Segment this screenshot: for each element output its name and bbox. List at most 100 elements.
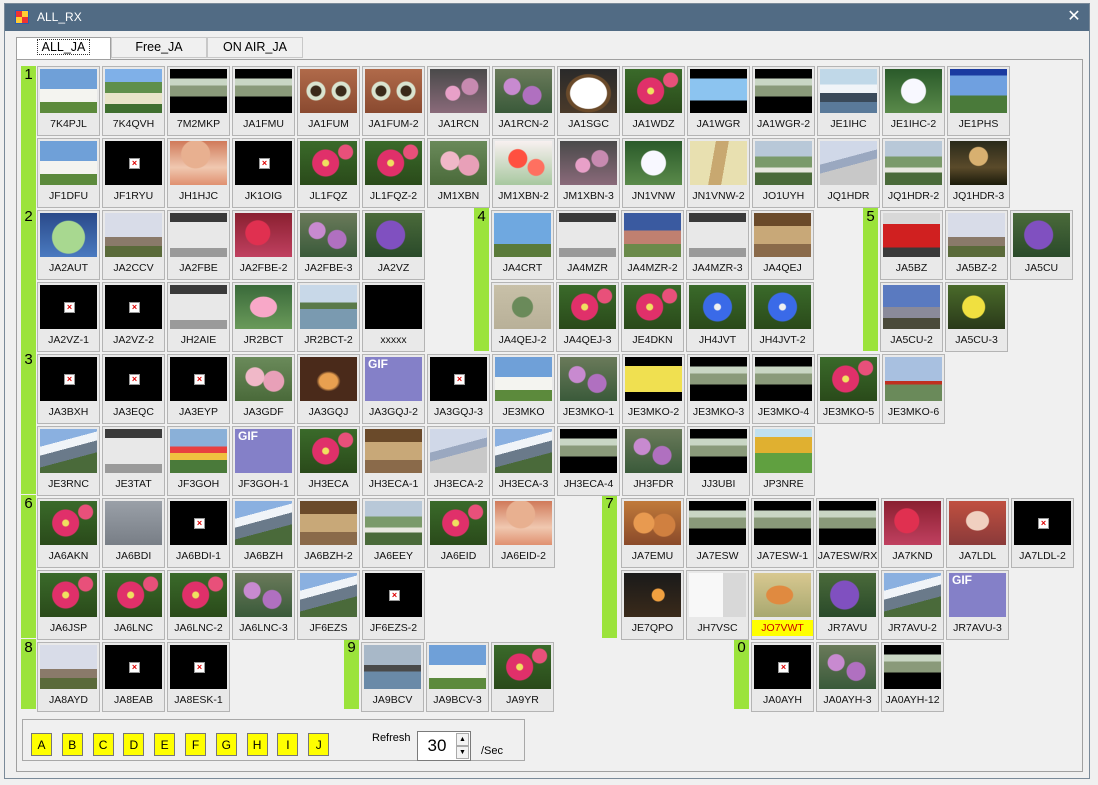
spin-down-icon[interactable]: ▼ (456, 746, 469, 759)
letter-button[interactable]: C (92, 733, 114, 756)
station-tile[interactable]: JL1FQZ-2 (362, 138, 425, 208)
station-tile[interactable]: JA2FBE (167, 210, 230, 280)
station-tile[interactable]: JH3ECA-1 (362, 426, 425, 496)
station-tile[interactable]: JA1WGR-2 (752, 66, 815, 136)
station-tile[interactable]: JA7KND (881, 498, 944, 568)
station-tile[interactable]: JM1XBN-2 (492, 138, 555, 208)
station-tile[interactable]: JH3ECA-2 (427, 426, 490, 496)
station-tile[interactable]: × JA3GQJ-3 (427, 354, 490, 424)
station-tile[interactable]: 7M2MKP (167, 66, 230, 136)
station-tile[interactable]: JE3MKO-1 (557, 354, 620, 424)
station-tile[interactable]: JQ1HDR-2 (882, 138, 945, 208)
station-tile[interactable]: JA0AYH-12 (881, 642, 944, 712)
station-tile[interactable]: × JA6BDI-1 (167, 498, 230, 568)
station-tile[interactable]: JA4QEJ (751, 210, 814, 280)
station-tile[interactable]: JA6BZH-2 (297, 498, 360, 568)
station-tile[interactable]: JQ1HDR (817, 138, 880, 208)
station-tile[interactable]: JE1IHC (817, 66, 880, 136)
station-tile[interactable]: JH4JVT (686, 282, 749, 352)
station-tile[interactable]: JA2VZ (362, 210, 425, 280)
station-tile[interactable]: JH7VSC (686, 570, 749, 640)
station-tile[interactable]: JA4QEJ-3 (556, 282, 619, 352)
station-tile[interactable]: JM1XBN (427, 138, 490, 208)
station-tile[interactable]: JH1HJC (167, 138, 230, 208)
station-tile[interactable]: JN1VNW-2 (687, 138, 750, 208)
station-tile[interactable]: JA6BZH (232, 498, 295, 568)
station-tile[interactable]: JH3ECA-4 (557, 426, 620, 496)
tab-all-ja[interactable]: ALL_JA (16, 37, 111, 59)
station-tile[interactable]: JF6EZS (297, 570, 360, 640)
station-tile[interactable]: JA9BCV (361, 642, 424, 712)
station-tile[interactable]: xxxxx (362, 282, 425, 352)
station-tile[interactable]: × JA2VZ-2 (102, 282, 165, 352)
station-tile[interactable]: JA6JSP (37, 570, 100, 640)
station-tile[interactable]: JA1WDZ (622, 66, 685, 136)
station-tile[interactable]: JE3MKO-6 (882, 354, 945, 424)
tab-free-ja[interactable]: Free_JA (111, 37, 207, 58)
station-tile[interactable]: JE3RNC (37, 426, 100, 496)
station-tile[interactable]: JA1SGC (557, 66, 620, 136)
station-tile[interactable]: JA3GDF (232, 354, 295, 424)
station-tile[interactable]: JE3MKO-4 (752, 354, 815, 424)
station-tile[interactable]: × JA2VZ-1 (37, 282, 100, 352)
station-tile[interactable]: JA4CRT (491, 210, 554, 280)
station-tile[interactable]: × JA3BXH (37, 354, 100, 424)
station-tile[interactable]: JA4MZR (556, 210, 619, 280)
station-tile[interactable]: GIF JR7AVU-3 (946, 570, 1009, 640)
station-tile[interactable]: JP3NRE (752, 426, 815, 496)
station-tile[interactable]: JE1IHC-2 (882, 66, 945, 136)
tab-on-air-ja[interactable]: ON AIR_JA (207, 37, 303, 58)
station-tile[interactable]: JA6EID-2 (492, 498, 555, 568)
spin-up-icon[interactable]: ▲ (456, 733, 469, 746)
station-tile[interactable]: JA7ESW (686, 498, 749, 568)
station-tile[interactable]: JA1WGR (687, 66, 750, 136)
station-tile[interactable]: 7K4PJL (37, 66, 100, 136)
station-tile[interactable]: × JA3EYP (167, 354, 230, 424)
station-tile[interactable]: JE3MKO-2 (622, 354, 685, 424)
station-tile[interactable]: JA1FUM (297, 66, 360, 136)
station-tile[interactable]: JA1RCN-2 (492, 66, 555, 136)
station-tile[interactable]: JM1XBN-3 (557, 138, 620, 208)
station-tile[interactable]: JA2FBE-3 (297, 210, 360, 280)
station-tile[interactable]: JH2AIE (167, 282, 230, 352)
refresh-input[interactable] (419, 733, 455, 759)
station-tile[interactable]: JA7EMU (621, 498, 684, 568)
station-tile[interactable]: × JA3EQC (102, 354, 165, 424)
station-tile[interactable]: × JA8ESK-1 (167, 642, 230, 712)
close-icon[interactable]: ✕ (1059, 4, 1089, 31)
station-tile[interactable]: JA1FUM-2 (362, 66, 425, 136)
station-tile[interactable]: JA1RCN (427, 66, 490, 136)
station-tile[interactable]: JA6EEY (362, 498, 425, 568)
station-tile[interactable]: JR2BCT (232, 282, 295, 352)
station-tile[interactable]: JO7VWT (751, 570, 814, 640)
station-tile[interactable]: JR7AVU-2 (881, 570, 944, 640)
letter-button[interactable]: H (246, 733, 268, 756)
station-tile[interactable]: JE4DKN (621, 282, 684, 352)
station-tile[interactable]: JA6LNC-2 (167, 570, 230, 640)
station-tile[interactable]: 7K4QVH (102, 66, 165, 136)
station-tile[interactable]: JL1FQZ (297, 138, 360, 208)
station-tile[interactable]: JE3MKO (492, 354, 555, 424)
station-tile[interactable]: JR7AVU (816, 570, 879, 640)
station-tile[interactable]: JA0AYH-3 (816, 642, 879, 712)
station-tile[interactable]: JA6LNC-3 (232, 570, 295, 640)
station-tile[interactable]: × JA8EAB (102, 642, 165, 712)
station-tile[interactable]: JE3MKO-3 (687, 354, 750, 424)
station-tile[interactable]: JA5CU-3 (945, 282, 1008, 352)
letter-button[interactable]: B (61, 733, 83, 756)
letter-button[interactable]: G (215, 733, 237, 756)
station-tile[interactable]: GIF JA3GQJ-2 (362, 354, 425, 424)
station-tile[interactable]: JA1FMU (232, 66, 295, 136)
station-tile[interactable]: JE1PHS (947, 66, 1010, 136)
station-tile[interactable]: JH3ECA-3 (492, 426, 555, 496)
station-tile[interactable]: JA9BCV-3 (426, 642, 489, 712)
station-tile[interactable]: JA6LNC (102, 570, 165, 640)
station-tile[interactable]: JF1DFU (37, 138, 100, 208)
station-tile[interactable]: × JA0AYH (751, 642, 814, 712)
station-tile[interactable]: JQ1HDR-3 (947, 138, 1010, 208)
station-tile[interactable]: JN1VNW (622, 138, 685, 208)
station-tile[interactable]: JA4MZR-3 (686, 210, 749, 280)
station-tile[interactable]: JA2FBE-2 (232, 210, 295, 280)
station-tile[interactable]: JJ3UBI (687, 426, 750, 496)
letter-button[interactable]: F (185, 733, 206, 756)
